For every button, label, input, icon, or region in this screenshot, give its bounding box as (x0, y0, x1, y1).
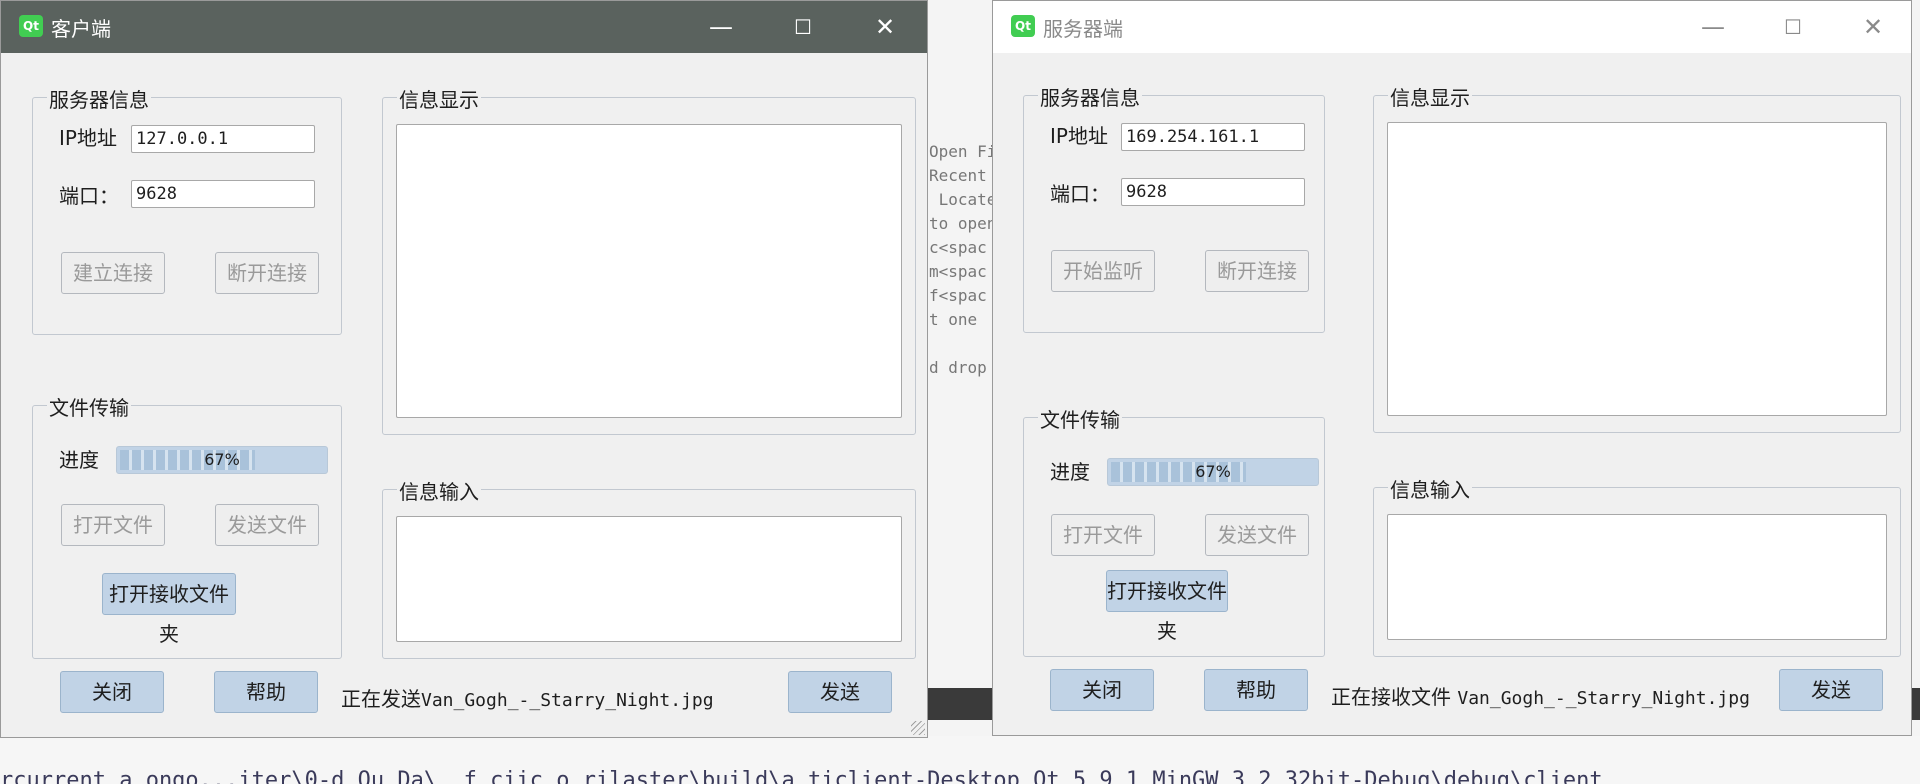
send-file-button[interactable]: 发送文件 (215, 504, 319, 546)
background-editor-fragment: Open Fi Recent Locate to open c<spac m<s… (927, 0, 997, 784)
ip-address-input[interactable]: 127.0.0.1 (131, 125, 315, 153)
group-legend: 信息显示 (397, 84, 481, 113)
client-window: Qt 客户端 — ☐ ✕ 服务器信息 IP地址 127.0.0.1 端口： 96… (0, 0, 928, 738)
help-button[interactable]: 帮助 (214, 671, 318, 713)
group-legend: 文件传输 (1038, 404, 1122, 433)
background-output-text: rcurrent_a ongo...iter\0-d_Qu_Da\ _f_cii… (0, 768, 1603, 784)
open-receive-folder-button[interactable]: 打开接收文件夹 (1106, 570, 1228, 643)
file-transfer-group: 文件传输 进度 67% 打开文件 发送文件 打开接收文件夹 (32, 392, 342, 659)
maximize-button[interactable]: ☐ (763, 1, 843, 53)
close-window-button[interactable]: ✕ (1833, 1, 1913, 53)
message-display-area[interactable] (1387, 122, 1887, 416)
help-button[interactable]: 帮助 (1204, 669, 1308, 711)
transfer-status: 正在发送Van_Gogh_-_Starry_Night.jpg (341, 683, 714, 712)
status-filename: Van_Gogh_-_Starry_Night.jpg (421, 690, 714, 711)
background-dark-bar (927, 688, 993, 720)
resize-grip[interactable] (911, 721, 925, 735)
open-file-button[interactable]: 打开文件 (61, 504, 165, 546)
message-input-group: 信息输入 (1373, 474, 1901, 657)
status-prefix: 正在发送 (341, 687, 421, 711)
port-label: 端口： (59, 184, 119, 208)
connect-button[interactable]: 建立连接 (61, 252, 165, 294)
group-legend: 信息输入 (1388, 474, 1472, 503)
ip-address-input[interactable]: 169.254.161.1 (1121, 123, 1305, 151)
message-input-group: 信息输入 (382, 476, 916, 659)
progress-label: 进度 (59, 448, 99, 472)
status-filename: Van_Gogh_-_Starry_Night.jpg (1457, 688, 1750, 709)
maximize-button[interactable]: ☐ (1753, 1, 1833, 53)
group-legend: 服务器信息 (1038, 82, 1142, 111)
file-progress-bar: 67% (1107, 458, 1319, 486)
start-listen-button[interactable]: 开始监听 (1051, 250, 1155, 292)
background-code-lines: Open Fi Recent Locate to open c<spac m<s… (929, 142, 997, 377)
progress-text: 67% (204, 450, 240, 469)
window-title: 客户端 (51, 17, 111, 41)
open-receive-folder-button[interactable]: 打开接收文件夹 (102, 573, 236, 646)
server-titlebar[interactable]: Qt 服务器端 — ☐ ✕ (993, 1, 1911, 53)
server-window: Qt 服务器端 — ☐ ✕ 服务器信息 IP地址 169.254.161.1 端… (992, 0, 1912, 736)
message-display-group: 信息显示 (382, 84, 916, 435)
group-legend: 文件传输 (47, 392, 131, 421)
ip-label: IP地址 (1050, 124, 1108, 148)
group-legend: 信息显示 (1388, 82, 1472, 111)
close-window-button[interactable]: ✕ (845, 1, 925, 53)
port-input[interactable]: 9628 (131, 180, 315, 208)
progress-text: 67% (1195, 462, 1231, 481)
message-input-area[interactable] (1387, 514, 1887, 640)
port-input[interactable]: 9628 (1121, 178, 1305, 206)
group-legend: 服务器信息 (47, 84, 151, 113)
minimize-button[interactable]: — (1673, 1, 1753, 53)
background-output-strip: rcurrent_a ongo...iter\0-d_Qu_Da\ _f_cii… (0, 736, 1920, 784)
send-file-button[interactable]: 发送文件 (1205, 514, 1309, 556)
send-button[interactable]: 发送 (1779, 669, 1883, 711)
close-button[interactable]: 关闭 (60, 671, 164, 713)
transfer-status: 正在接收文件 Van_Gogh_-_Starry_Night.jpg (1331, 681, 1750, 710)
window-title: 服务器端 (1043, 17, 1123, 41)
status-prefix: 正在接收文件 (1331, 685, 1458, 709)
send-button[interactable]: 发送 (788, 671, 892, 713)
message-input-area[interactable] (396, 516, 902, 642)
file-transfer-group: 文件传输 进度 67% 打开文件 发送文件 打开接收文件夹 (1023, 404, 1325, 657)
progress-label: 进度 (1050, 460, 1090, 484)
group-legend: 信息输入 (397, 476, 481, 505)
open-file-button[interactable]: 打开文件 (1051, 514, 1155, 556)
disconnect-button[interactable]: 断开连接 (215, 252, 319, 294)
ip-label: IP地址 (59, 126, 117, 150)
qt-logo-icon: Qt (1011, 15, 1035, 37)
message-display-area[interactable] (396, 124, 902, 418)
minimize-button[interactable]: — (681, 1, 761, 53)
client-titlebar[interactable]: Qt 客户端 — ☐ ✕ (1, 1, 927, 53)
disconnect-button[interactable]: 断开连接 (1205, 250, 1309, 292)
server-info-group: 服务器信息 IP地址 127.0.0.1 端口： 9628 建立连接 断开连接 (32, 84, 342, 335)
server-info-group: 服务器信息 IP地址 169.254.161.1 端口： 9628 开始监听 断… (1023, 82, 1325, 333)
message-display-group: 信息显示 (1373, 82, 1901, 433)
file-progress-bar: 67% (116, 446, 328, 474)
close-button[interactable]: 关闭 (1050, 669, 1154, 711)
port-label: 端口： (1050, 182, 1110, 206)
qt-logo-icon: Qt (19, 15, 43, 37)
